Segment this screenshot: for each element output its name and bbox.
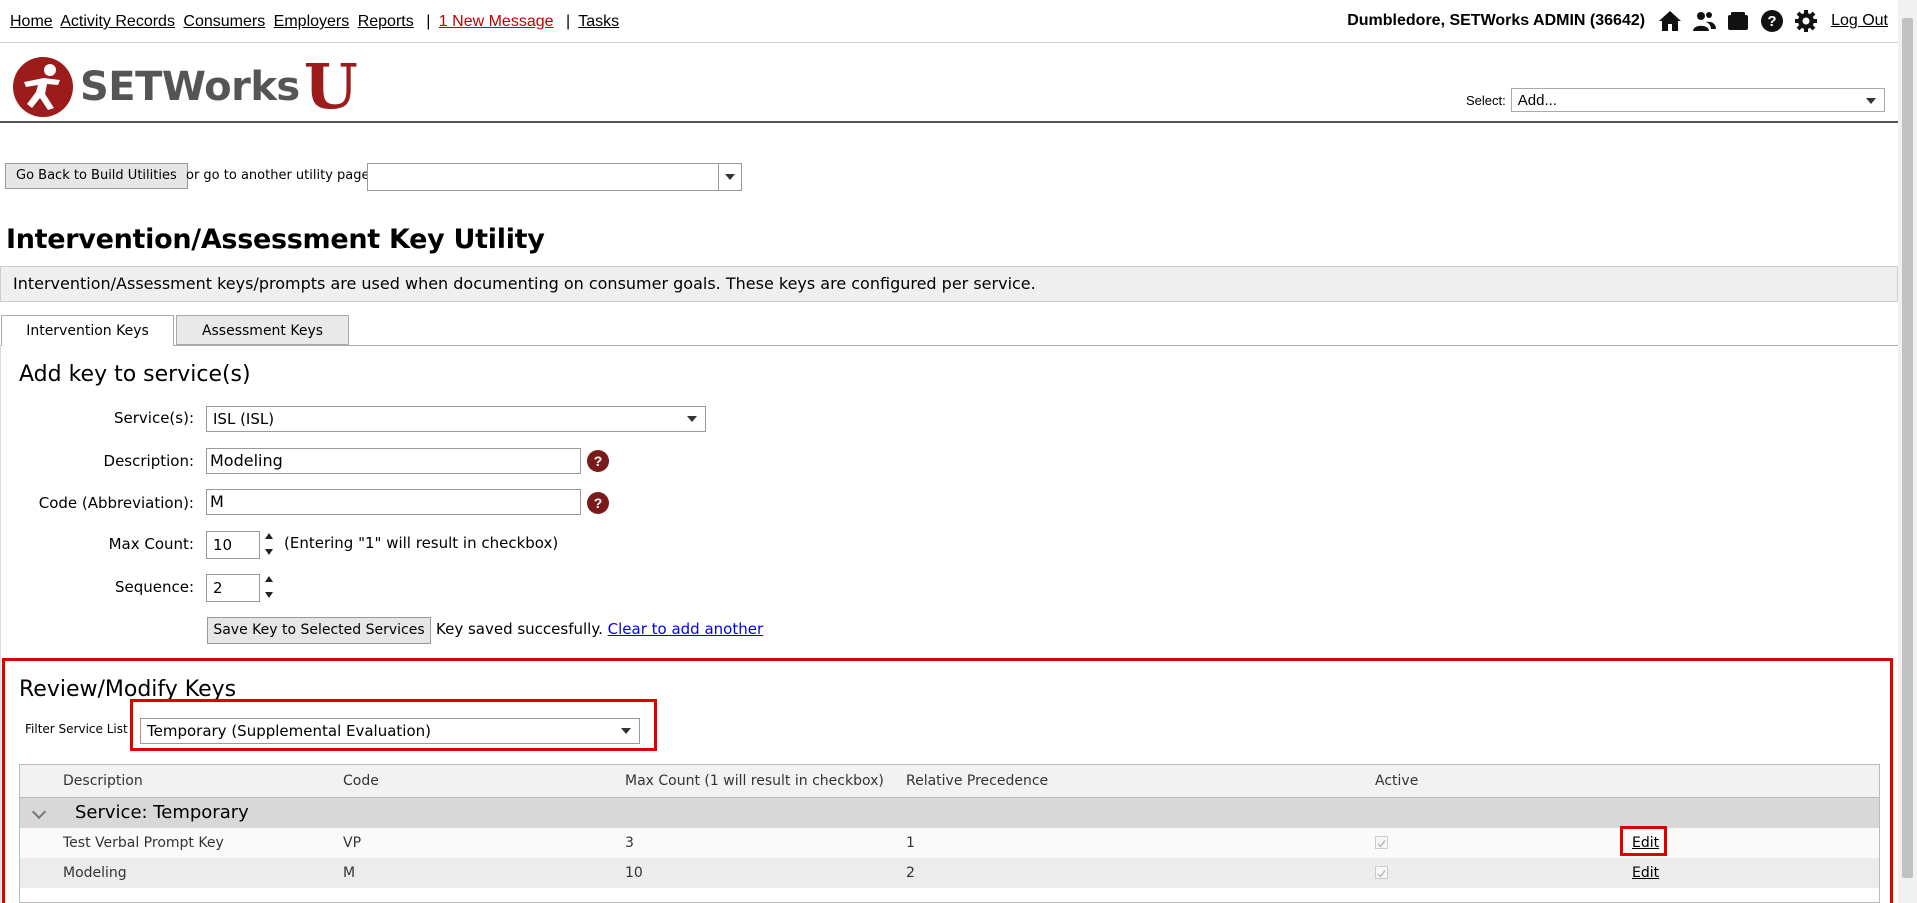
add-dropdown-value: Add... (1517, 92, 1557, 109)
nav-separator: | (565, 13, 571, 30)
arrow-down-icon (265, 549, 273, 555)
info-bar: Intervention/Assessment keys/prompts are… (0, 266, 1898, 302)
nav-user-area: Dumbledore, SETWorks ADMIN (36642) ? Log… (1347, 9, 1888, 33)
home-icon[interactable] (1658, 9, 1682, 33)
table-row: Test Verbal Prompt Key VP 3 1 Edit (20, 828, 1879, 858)
nav-activity-records-link[interactable]: Activity Records (60, 13, 175, 30)
filter-highlight (130, 699, 657, 751)
max-count-note: (Entering "1" will result in checkbox) (284, 534, 559, 552)
keys-table: Description Code Max Count (1 will resul… (19, 764, 1880, 903)
group-label: Service: Temporary (75, 802, 249, 823)
filter-service-label: Filter Service List (25, 722, 128, 736)
page-scrollbar[interactable] (1898, 0, 1917, 903)
back-to-build-utilities-button[interactable]: Go Back to Build Utilities (5, 163, 188, 189)
service-group-row[interactable]: Service: Temporary (20, 798, 1879, 828)
code-label: Code (Abbreviation): (38, 494, 194, 512)
chevron-down-icon (687, 416, 697, 422)
nav-messages-link[interactable]: 1 New Message (439, 13, 554, 30)
page-title: Intervention/Assessment Key Utility (6, 224, 545, 255)
table-row: Modeling M 10 2 Edit (20, 858, 1879, 888)
services-value: ISL (ISL) (213, 410, 275, 428)
add-select: Select: Add... (1466, 88, 1885, 112)
help-icon[interactable]: ? (1760, 9, 1784, 33)
col-max-count[interactable]: Max Count (1 will result in checkbox) (625, 773, 884, 789)
utility-page-dropdown[interactable] (367, 163, 742, 191)
user-name: Dumbledore, SETWorks ADMIN (36642) (1347, 12, 1646, 29)
chevron-down-icon (1865, 98, 1876, 104)
arrow-up-icon (265, 533, 273, 539)
sequence-label: Sequence: (114, 578, 194, 596)
saved-message: Key saved succesfully. (436, 620, 603, 638)
logo-u: U (303, 50, 358, 123)
row-max-count: 10 (625, 865, 643, 881)
row-max-count: 3 (625, 835, 634, 851)
scrollbar-thumb[interactable] (1902, 18, 1913, 878)
edit-link[interactable]: Edit (1632, 865, 1659, 881)
nav-links: Home Activity Records Consumers Employer… (10, 13, 623, 31)
chevron-down-icon[interactable] (31, 804, 47, 820)
chevron-down-icon (725, 174, 735, 180)
clear-link[interactable]: Clear to add another (608, 620, 764, 638)
col-active[interactable]: Active (1375, 773, 1418, 789)
arrow-down-icon (265, 592, 273, 598)
description-field[interactable]: Modeling (206, 448, 581, 474)
nav-separator: | (426, 13, 431, 30)
row-description: Modeling (63, 865, 127, 881)
nav-home-link[interactable]: Home (10, 13, 53, 30)
goto-utility-label: or go to another utility page: (186, 168, 374, 183)
sequence-stepper[interactable]: 2 (206, 574, 260, 602)
col-code[interactable]: Code (343, 773, 379, 789)
row-description: Test Verbal Prompt Key (63, 835, 224, 851)
tab-intervention-keys[interactable]: Intervention Keys (1, 315, 174, 346)
top-nav: Home Activity Records Consumers Employer… (0, 0, 1898, 43)
nav-reports-link[interactable]: Reports (358, 13, 414, 30)
max-count-spin-arrows[interactable] (263, 530, 275, 558)
svg-text:?: ? (1767, 13, 1776, 30)
row-precedence: 1 (906, 835, 915, 851)
add-dropdown[interactable]: Add... (1510, 88, 1885, 112)
row-code: VP (343, 835, 362, 851)
nav-tasks-link[interactable]: Tasks (578, 13, 619, 30)
arrow-up-icon (265, 576, 273, 582)
col-relative-precedence[interactable]: Relative Precedence (906, 773, 1048, 789)
gear-icon[interactable] (1794, 9, 1818, 33)
save-key-button[interactable]: Save Key to Selected Services (207, 617, 431, 644)
header-divider (0, 121, 1898, 123)
save-status: Key saved succesfully. Clear to add anot… (436, 620, 763, 638)
code-field[interactable]: M (206, 489, 581, 515)
tab-assessment-keys[interactable]: Assessment Keys (176, 315, 349, 345)
description-label: Description: (103, 452, 194, 470)
logo-figure-icon (13, 57, 73, 117)
select-label: Select: (1466, 92, 1506, 108)
services-label: Service(s): (113, 409, 194, 427)
folder-icon[interactable] (1726, 9, 1750, 33)
max-count-stepper[interactable]: 10 (206, 531, 260, 559)
sequence-spin-arrows[interactable] (263, 573, 275, 601)
nav-consumers-link[interactable]: Consumers (183, 13, 265, 30)
logout-link[interactable]: Log Out (1831, 12, 1888, 30)
description-help-icon[interactable]: ? (587, 450, 609, 472)
add-key-heading: Add key to service(s) (19, 362, 251, 387)
logo-text: SETWorks (80, 64, 300, 110)
setworks-logo[interactable]: SETWorks U (12, 56, 358, 118)
row-code: M (343, 865, 356, 881)
table-header: Description Code Max Count (1 will resul… (20, 765, 1879, 798)
max-count-label: Max Count: (108, 535, 194, 553)
row-precedence: 2 (906, 865, 915, 881)
utility-dropdown-button[interactable] (718, 164, 741, 190)
services-dropdown[interactable]: ISL (ISL) (206, 406, 706, 432)
nav-employers-link[interactable]: Employers (274, 13, 350, 30)
code-help-icon[interactable]: ? (587, 492, 609, 514)
col-description[interactable]: Description (63, 773, 143, 789)
users-icon[interactable] (1692, 9, 1717, 33)
edit-highlight (1620, 826, 1667, 856)
